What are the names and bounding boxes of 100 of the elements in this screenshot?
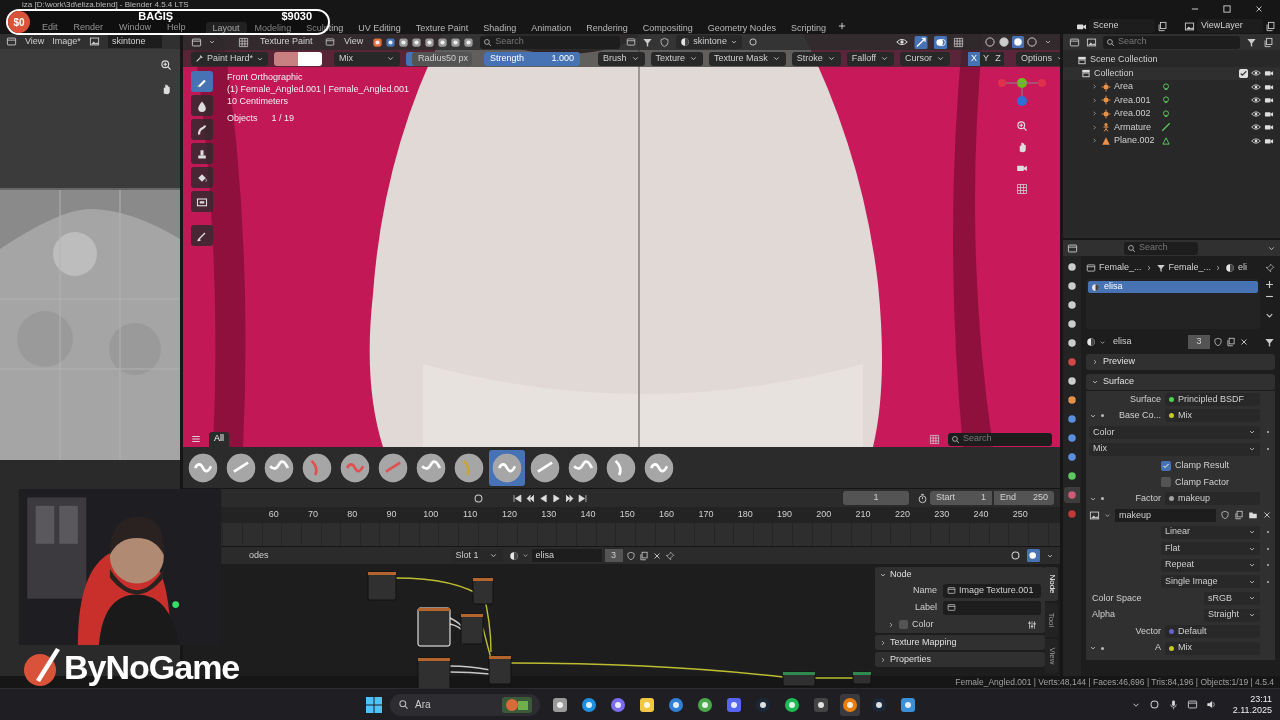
frame-number: 250 [1011, 508, 1029, 522]
settings-dropdown[interactable]: Texture [650, 51, 704, 66]
workspace-tab[interactable]: UV Editing [351, 22, 408, 33]
view-layer-field[interactable]: ViewLayer [1197, 19, 1263, 33]
workspace-tab[interactable]: Rendering [579, 22, 635, 33]
start-frame-field[interactable]: Start 1 [930, 491, 992, 505]
socket-field[interactable]: makeup [1165, 492, 1260, 506]
outliner-item[interactable]: Plane.002 [1114, 134, 1158, 148]
menu-item[interactable]: Help [165, 22, 188, 33]
settings-dropdown[interactable]: Stroke [791, 51, 841, 66]
workspace-tab[interactable]: Texture Paint [408, 22, 476, 33]
settings-dropdown[interactable]: Texture Mask [709, 51, 786, 66]
strength-slider[interactable]: Strength 1.000 [484, 51, 581, 66]
dropdown[interactable]: Straight [1204, 608, 1260, 622]
workspace-tab[interactable]: Modeling [247, 22, 299, 33]
settings-dropdown[interactable]: Brush [598, 51, 645, 66]
material-name-field[interactable]: elisa [531, 549, 602, 562]
menu-item[interactable]: Image* [52, 34, 81, 49]
settings-dropdown[interactable]: Cursor [900, 51, 951, 66]
sidebar-tab[interactable]: View [1045, 639, 1058, 673]
outliner-item[interactable]: Area [1114, 80, 1158, 94]
menu-item[interactable]: View [341, 35, 367, 49]
blend-dropdown[interactable]: Mix [334, 51, 401, 66]
menu-item[interactable]: Window [117, 22, 154, 33]
axis-toggle[interactable]: X [968, 51, 981, 66]
frame-number: 170 [697, 508, 715, 522]
workspace-tab[interactable]: Animation [524, 22, 579, 33]
material-dropdown[interactable]: skintone [676, 35, 742, 49]
property-label: A [1154, 641, 1161, 655]
radius-field[interactable]: Radius50 px [406, 51, 473, 66]
dropdown[interactable]: sRGB [1204, 591, 1260, 605]
property-label: Surface [1128, 392, 1161, 406]
mode-dropdown[interactable]: Texture Paint [255, 35, 319, 49]
end-frame-field[interactable]: End 250 [994, 491, 1054, 505]
viewport-info-text: 10 Centimeters [227, 95, 290, 107]
workspace-tab[interactable]: Shading [476, 22, 524, 33]
dropdown[interactable]: Single Image [1161, 575, 1260, 589]
image-name-field[interactable]: skintone [107, 35, 162, 48]
property-label: Factor [1134, 492, 1161, 506]
viewport-info-text: Front Orthographic [227, 71, 304, 83]
property-label: Color Space [1091, 591, 1143, 605]
frame-number: 70 [306, 508, 319, 522]
search-field[interactable]: Ara [390, 693, 540, 716]
name-field[interactable]: Image Texture.001 [943, 583, 1041, 598]
frame-number: 200 [815, 508, 833, 522]
property-label: Vector [1134, 624, 1161, 638]
outliner-item[interactable]: Area.001 [1114, 93, 1158, 107]
material-slot[interactable]: elisa [1088, 281, 1258, 293]
workspace-tab[interactable]: Layout [205, 22, 247, 33]
preset-dropdown[interactable]: Paint Hard* [191, 51, 269, 66]
frame-number: 80 [346, 508, 359, 522]
frame-number: 210 [854, 508, 872, 522]
sidebar-tab[interactable]: Node [1045, 567, 1058, 601]
socket-field[interactable]: Principled BSDF [1165, 392, 1260, 406]
workspace-tab[interactable]: Compositing [635, 22, 700, 33]
slot-dropdown[interactable]: Slot 1 [450, 548, 503, 563]
socket-field[interactable]: Mix [1165, 409, 1260, 423]
socket-field[interactable]: Mix [1165, 641, 1260, 655]
frame-number: 230 [933, 508, 951, 522]
axis-toggle[interactable]: Z [992, 51, 1005, 66]
outliner-item[interactable]: Area.002 [1114, 107, 1158, 121]
outliner-item[interactable]: Collection [1094, 66, 1134, 80]
menu-item[interactable]: Render [71, 22, 106, 33]
frame-number: 120 [500, 508, 518, 522]
menu-item[interactable]: View [25, 34, 45, 49]
donation-total: $9030 [281, 11, 312, 22]
panel-title[interactable]: Node [890, 567, 912, 582]
axis-toggle[interactable]: Y [980, 51, 993, 66]
search-field[interactable]: Search [480, 35, 621, 49]
panel-title[interactable]: Surface [1103, 375, 1135, 389]
outliner-item: Scene Collection [1090, 53, 1158, 66]
workspace-tab[interactable]: Scripting [783, 22, 833, 33]
frame-number: 240 [972, 508, 990, 522]
frame-field[interactable]: 1 [843, 491, 909, 505]
menu-item[interactable]: odes [249, 548, 269, 563]
dropdown[interactable]: Repeat [1161, 558, 1260, 572]
frame-number: 160 [658, 508, 676, 522]
breadcrumb-item: Female_... [1168, 261, 1212, 275]
image-name-field[interactable]: makeup [1115, 508, 1216, 522]
socket-field[interactable]: Default [1165, 625, 1260, 639]
scene-field[interactable]: Scene [1089, 19, 1155, 33]
options-dropdown[interactable]: Options [1016, 51, 1060, 66]
frame-number: 60 [267, 508, 280, 522]
search-field[interactable]: Search [1124, 241, 1198, 255]
user-count: 3 [1188, 335, 1210, 349]
settings-dropdown[interactable]: Falloff [846, 51, 894, 66]
panel-title[interactable]: Preview [1103, 355, 1135, 369]
dropdown[interactable]: Color [1089, 426, 1260, 439]
viewport-info-text: (1) Female_Angled.001 | Female_Angled.001 [227, 83, 409, 95]
sidebar-tab[interactable]: Tool [1045, 603, 1058, 637]
dropdown[interactable]: Flat [1161, 542, 1260, 556]
objects-label: Objects [227, 112, 258, 124]
menu-item[interactable]: Edit [40, 22, 60, 33]
workspace-tab[interactable]: Geometry Nodes [700, 22, 783, 33]
checkbox-label: Clamp Result [1175, 458, 1231, 472]
outliner-item[interactable]: Armature [1114, 120, 1158, 134]
dropdown[interactable]: Mix [1089, 442, 1260, 456]
dropdown[interactable]: Linear [1161, 525, 1260, 539]
frame-number: 140 [579, 508, 597, 522]
search-field[interactable]: Search [1103, 35, 1240, 49]
